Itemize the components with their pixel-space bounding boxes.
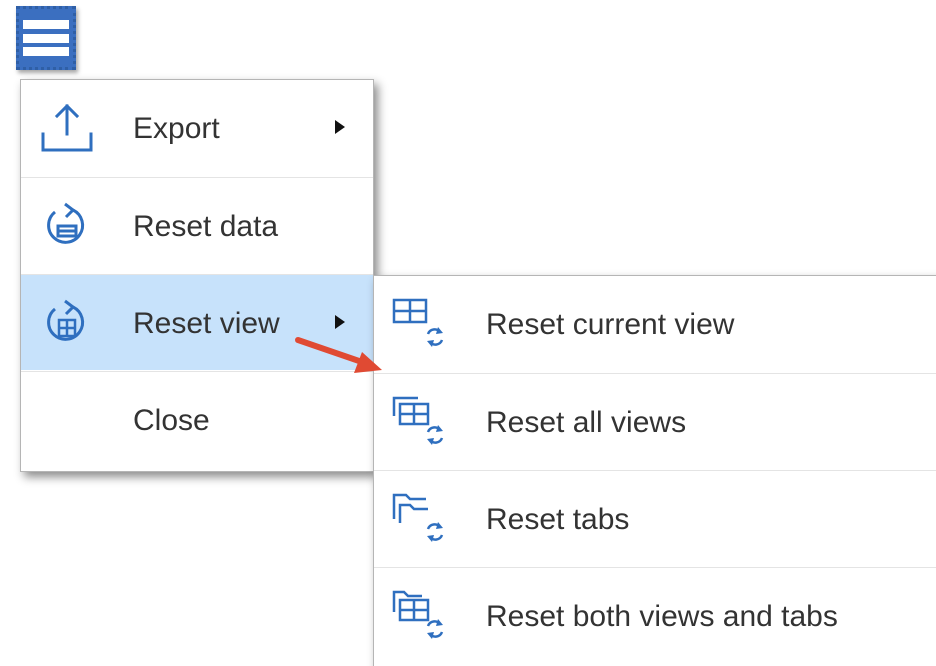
reset-view-icon: [47, 299, 85, 341]
hamburger-bar: [23, 19, 69, 29]
menu-item-reset-data[interactable]: Reset data: [21, 177, 373, 273]
submenu-item-label: Reset tabs: [486, 503, 630, 536]
hamburger-menu-button[interactable]: [16, 6, 76, 70]
export-icon: [41, 103, 93, 152]
reset-all-views-icon: [392, 396, 444, 445]
main-menu: Export Reset data Reset view Close: [20, 79, 374, 472]
submenu-item-label: Reset current view: [486, 308, 735, 341]
reset-views-tabs-icon: [392, 590, 444, 639]
reset-current-view-icon: [392, 298, 444, 347]
menu-item-close[interactable]: Close: [21, 371, 373, 467]
reset-data-icon: [47, 202, 85, 244]
reset-view-submenu: Reset current view Reset all views Reset…: [373, 275, 936, 666]
menu-item-label: Reset view: [133, 307, 280, 340]
menu-item-label: Reset data: [133, 210, 279, 243]
menu-item-label: Close: [133, 404, 210, 437]
submenu-item-reset-tabs[interactable]: Reset tabs: [374, 470, 936, 566]
annotation-arrow-icon: [295, 337, 382, 373]
submenu-item-label: Reset both views and tabs: [486, 600, 838, 633]
hamburger-bar: [23, 33, 69, 43]
submenu-arrow-icon: [335, 315, 345, 329]
reset-tabs-icon: [392, 493, 444, 542]
submenu-item-reset-views-and-tabs[interactable]: Reset both views and tabs: [374, 567, 936, 663]
submenu-arrow-icon: [335, 120, 345, 134]
menu-item-label: Export: [133, 112, 220, 145]
submenu-item-reset-current-view[interactable]: Reset current view: [374, 276, 936, 372]
menu-item-export[interactable]: Export: [21, 80, 373, 176]
submenu-item-reset-all-views[interactable]: Reset all views: [374, 373, 936, 469]
stage: Export Reset data Reset view Close Reset…: [0, 0, 936, 666]
submenu-item-label: Reset all views: [486, 406, 687, 439]
hamburger-bar: [23, 47, 69, 57]
